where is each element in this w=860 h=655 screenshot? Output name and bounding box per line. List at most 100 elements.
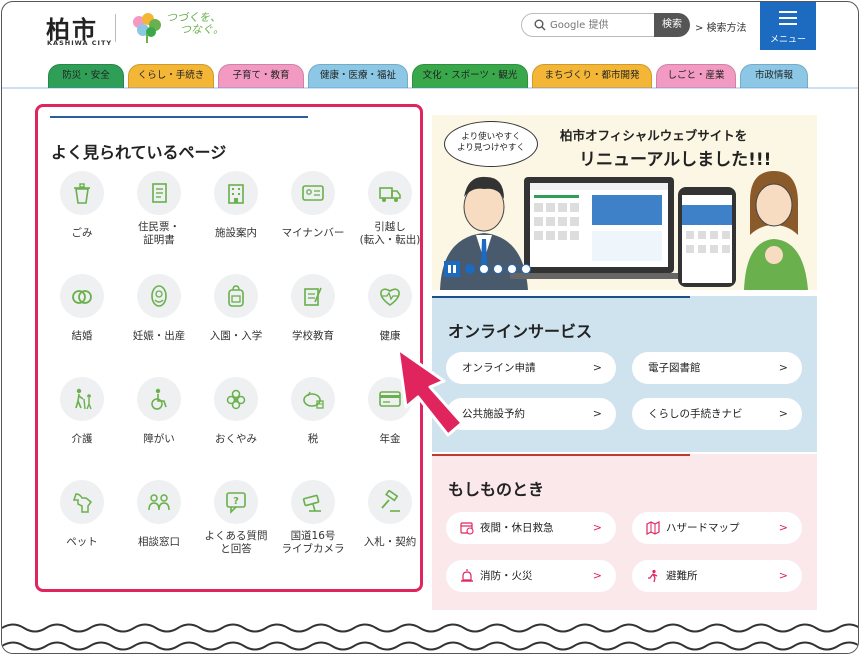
icon-circle xyxy=(214,171,258,215)
truck-icon xyxy=(379,187,401,202)
pill-label: 電子図書館 xyxy=(648,362,701,374)
logo-tagline-line2: つなぐ。 xyxy=(180,23,224,36)
chevron-right-icon: > xyxy=(778,407,788,420)
wheelchair-icon xyxy=(151,388,167,410)
search-input[interactable] xyxy=(550,17,650,34)
tab-category[interactable]: まちづくり・都市開発 xyxy=(532,64,652,88)
popular-page-label: 引越し (転入・転出) xyxy=(359,221,421,246)
popular-page-link[interactable]: 住民票・ 証明書 xyxy=(121,171,197,267)
popular-page-link[interactable]: 障がい xyxy=(121,377,197,473)
icon-circle xyxy=(368,274,412,318)
fire-department-button[interactable]: 消防・火災 > xyxy=(446,560,616,592)
popular-page-link[interactable]: おくやみ xyxy=(198,377,274,473)
dog-icon xyxy=(72,493,93,513)
popular-page-link[interactable]: 妊娠・出産 xyxy=(121,274,197,370)
popular-page-label: ペット xyxy=(66,536,98,548)
tab-category[interactable]: 市政情報 xyxy=(740,64,808,88)
pause-icon[interactable] xyxy=(444,261,460,277)
carousel-dot[interactable] xyxy=(479,264,489,274)
icon-circle xyxy=(137,480,181,524)
popular-page-link[interactable]: 国道16号 ライブカメラ xyxy=(275,480,351,576)
search-button[interactable]: 検索 xyxy=(654,13,690,37)
renewal-banner[interactable]: より使いやすく より見つけやすく 柏市オフィシャルウェブサイトを リニューアルし… xyxy=(432,115,817,290)
pill-label: くらしの手続きナビ xyxy=(648,408,743,420)
site-logo-subtitle: KASHIWA CITY xyxy=(47,39,113,47)
camera-icon xyxy=(302,494,321,512)
carousel-dot[interactable] xyxy=(521,264,531,274)
tab-category[interactable]: 健康・医療・福祉 xyxy=(308,64,408,88)
evacuation-icon xyxy=(648,569,658,583)
popular-page-label: マイナンバー xyxy=(281,227,345,239)
calendar-clock-icon xyxy=(460,522,474,535)
document-icon xyxy=(152,183,167,203)
procedure-navi-button[interactable]: くらしの手続きナビ > xyxy=(632,398,802,430)
menu-button[interactable]: メニュー xyxy=(760,2,816,50)
carousel-dots xyxy=(465,264,535,274)
chevron-right-icon: > xyxy=(592,569,602,582)
heart-pulse-icon xyxy=(380,288,400,306)
tab-category[interactable]: しごと・産業 xyxy=(656,64,736,88)
icon-circle xyxy=(368,171,412,215)
trash-icon xyxy=(74,183,90,204)
pill-label: 避難所 xyxy=(666,570,698,582)
tab-category[interactable]: くらし・手続き xyxy=(128,64,214,88)
carousel-dot[interactable] xyxy=(465,264,475,274)
flower-icon xyxy=(226,389,246,410)
tax-piggy-icon xyxy=(303,391,324,409)
popular-page-label: 学校教育 xyxy=(292,330,334,342)
popular-page-label: 入園・入学 xyxy=(209,330,263,342)
tab-category[interactable]: 文化・スポーツ・観光 xyxy=(412,64,528,88)
tab-category[interactable]: 子育て・教育 xyxy=(218,64,304,88)
tab-category[interactable]: 防災・安全 xyxy=(48,64,124,88)
search-help-link[interactable]: > 検索方法 xyxy=(695,19,747,34)
icon-circle xyxy=(291,171,335,215)
popular-page-label: 入札・契約 xyxy=(363,536,417,548)
popular-page-link[interactable]: 学校教育 xyxy=(275,274,351,370)
chevron-right-icon: > xyxy=(778,361,788,374)
chevron-right-icon: > xyxy=(592,361,602,374)
popular-page-link[interactable]: 引越し (転入・転出) xyxy=(352,171,428,267)
emergency-panel: もしものとき 夜間・休日救急 > ハザードマップ > 消防・火災 > 避難所 > xyxy=(432,454,817,610)
popular-page-label: ごみ xyxy=(71,227,93,239)
popular-page-link[interactable]: 結婚 xyxy=(44,274,120,370)
online-services-title: オンラインサービス xyxy=(448,322,593,341)
hazard-map-button[interactable]: ハザードマップ > xyxy=(632,512,802,544)
popular-page-link[interactable]: ごみ xyxy=(44,171,120,267)
chevron-right-icon: > xyxy=(592,521,602,534)
popular-page-link[interactable]: 施設案内 xyxy=(198,171,274,267)
popular-page-link[interactable]: マイナンバー xyxy=(275,171,351,267)
torn-edge-decoration xyxy=(2,623,858,653)
menu-label: メニュー xyxy=(769,35,806,45)
icon-circle xyxy=(214,377,258,421)
pill-label: 夜間・休日救急 xyxy=(480,522,554,534)
carousel-dot[interactable] xyxy=(507,264,517,274)
popular-page-link[interactable]: ? よくある質問 と回答 xyxy=(198,480,274,576)
city-mark-icon xyxy=(133,13,161,43)
building-icon xyxy=(228,184,244,204)
evacuation-shelter-button[interactable]: 避難所 > xyxy=(632,560,802,592)
logo-divider xyxy=(115,14,116,42)
icon-circle xyxy=(291,274,335,318)
banner-bubble-line2: より見つけやすく xyxy=(457,143,525,153)
carousel-dot[interactable] xyxy=(493,264,503,274)
category-tabs: 防災・安全 くらし・手続き 子育て・教育 健康・医療・福祉 文化・スポーツ・観光 まちづく… xyxy=(48,64,812,88)
popular-page-link[interactable]: 入札・契約 xyxy=(352,480,428,576)
banner-title-line1: 柏市オフィシャルウェブサイトを xyxy=(560,128,748,143)
icon-circle xyxy=(291,480,335,524)
popular-page-label: 施設案内 xyxy=(215,227,257,239)
hamburger-icon xyxy=(779,11,797,29)
rings-icon xyxy=(72,290,92,304)
banner-bubble-line1: より使いやすく xyxy=(461,132,521,142)
icon-circle xyxy=(137,274,181,318)
popular-page-link[interactable]: 介護 xyxy=(44,377,120,473)
popular-page-link[interactable]: 税 xyxy=(275,377,351,473)
popular-page-link[interactable]: 入園・入学 xyxy=(198,274,274,370)
search-icon xyxy=(534,19,546,31)
popular-page-label: 住民票・ 証明書 xyxy=(138,221,180,246)
night-holiday-emergency-button[interactable]: 夜間・休日救急 > xyxy=(446,512,616,544)
popular-page-link[interactable]: ペット xyxy=(44,480,120,576)
icon-circle xyxy=(60,274,104,318)
popular-page-link[interactable]: 相談窓口 xyxy=(121,480,197,576)
popular-page-label: 健康 xyxy=(379,330,401,342)
e-library-button[interactable]: 電子図書館 > xyxy=(632,352,802,384)
